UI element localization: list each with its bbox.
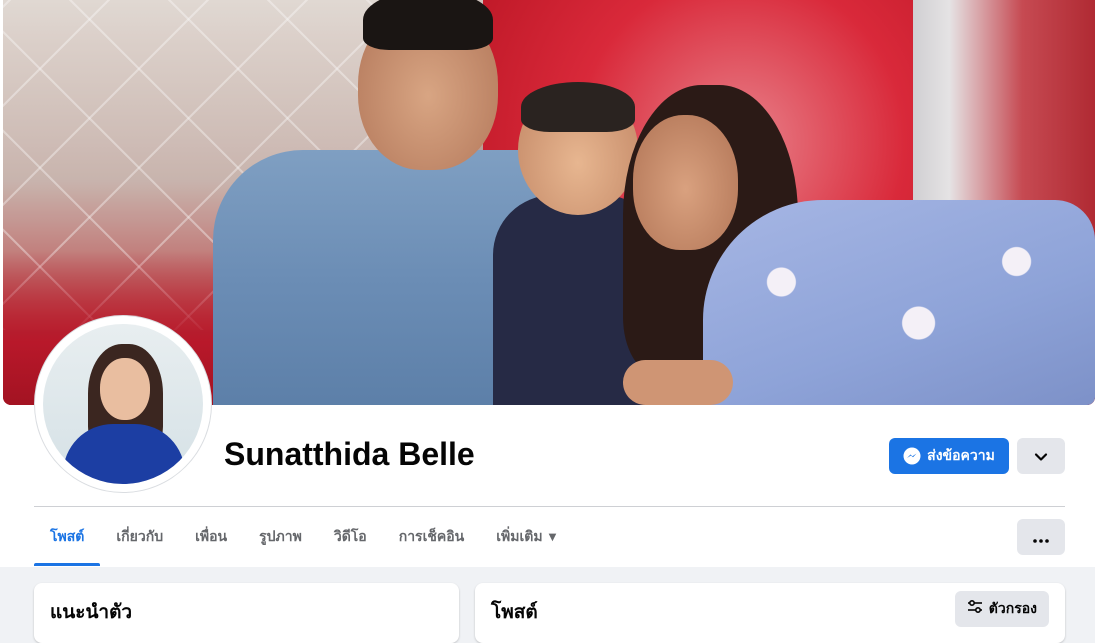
- posts-title: โพสต์: [491, 601, 538, 623]
- woman-hand: [623, 360, 733, 405]
- tab-label: เกี่ยวกับ: [116, 529, 164, 545]
- tab-label: รูปภาพ: [259, 529, 302, 545]
- child-hair: [521, 82, 635, 132]
- filter-sliders-icon: [967, 599, 983, 618]
- tab-label: วิดีโอ: [333, 529, 367, 545]
- tab-videos[interactable]: วิดีโอ: [318, 508, 383, 566]
- man-hair: [363, 0, 493, 50]
- filter-button[interactable]: ตัวกรอง: [954, 591, 1049, 627]
- tab-label: โพสต์: [50, 529, 85, 545]
- intro-title: แนะนำตัว: [50, 601, 133, 623]
- tab-label: เพิ่มเติม: [496, 529, 543, 545]
- profile-avatar[interactable]: [35, 316, 211, 492]
- woman-sweater: [703, 200, 1095, 405]
- header-divider: [34, 506, 1065, 507]
- tab-more[interactable]: เพิ่มเติม ▼: [480, 508, 572, 566]
- avatar-photo: [43, 324, 203, 484]
- caret-down-icon: ▼: [548, 531, 557, 543]
- chevron-down-icon: [1034, 447, 1048, 466]
- tab-about[interactable]: เกี่ยวกับ: [100, 508, 179, 566]
- filter-label: ตัวกรอง: [988, 601, 1037, 617]
- posts-card: โพสต์ ตัวกรอง: [475, 583, 1065, 643]
- more-horizontal-icon: [1033, 528, 1049, 547]
- profile-header: Sunatthida Belle ส่งข้อความ โพสต์ เกี่ยว…: [0, 0, 1095, 567]
- tab-posts[interactable]: โพสต์: [34, 508, 101, 566]
- tab-photos[interactable]: รูปภาพ: [243, 508, 318, 566]
- profile-options-dropdown[interactable]: [1017, 438, 1065, 474]
- messenger-icon: [903, 447, 921, 465]
- tab-checkins[interactable]: การเช็คอิน: [383, 508, 481, 566]
- tab-label: เพื่อน: [195, 529, 228, 545]
- avatar-face: [100, 358, 150, 420]
- profile-name: Sunatthida Belle: [224, 436, 475, 472]
- avatar-shirt: [63, 424, 185, 484]
- send-message-button[interactable]: ส่งข้อความ: [889, 438, 1009, 474]
- more-options-button[interactable]: [1017, 519, 1065, 555]
- tab-friends[interactable]: เพื่อน: [179, 508, 243, 566]
- intro-card: แนะนำตัว: [34, 583, 459, 643]
- send-message-label: ส่งข้อความ: [927, 448, 995, 464]
- tab-label: การเช็คอิน: [398, 529, 465, 545]
- profile-tabs: โพสต์ เกี่ยวกับ เพื่อน รูปภาพ วิดีโอ การ…: [34, 508, 572, 566]
- woman-face: [633, 115, 738, 250]
